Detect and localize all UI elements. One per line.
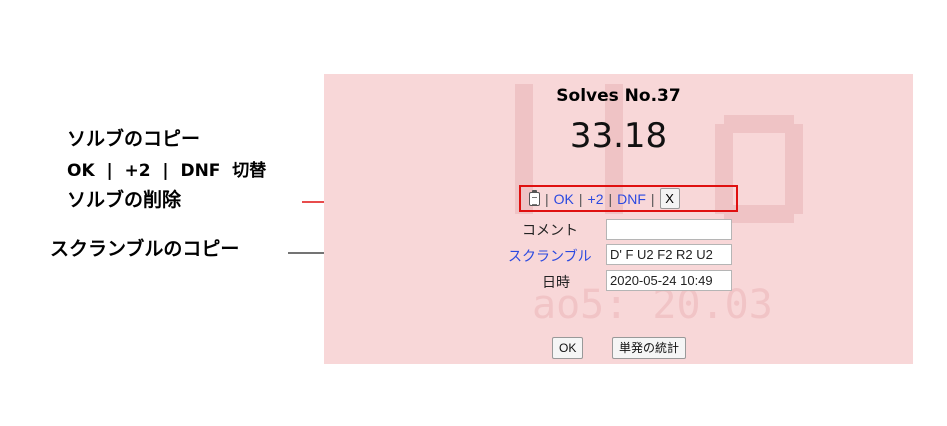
scramble-field[interactable]: D' F U2 F2 R2 U2 — [606, 244, 732, 265]
ok-link[interactable]: OK — [554, 191, 574, 207]
datetime-label: 日時 — [542, 274, 570, 290]
comment-field[interactable] — [606, 219, 732, 240]
solve-detail-panel: ao5: 20.03 Solves No.37 33.18 | OK | +2 … — [324, 74, 913, 364]
separator: | — [650, 190, 655, 207]
single-stats-button[interactable]: 単発の統計 — [612, 337, 687, 359]
plus2-link[interactable]: +2 — [588, 191, 604, 207]
solve-time: 33.18 — [569, 116, 668, 156]
ok-button[interactable]: OK — [552, 337, 584, 359]
comment-label: コメント — [522, 222, 578, 238]
clipboard-icon[interactable] — [529, 189, 540, 206]
datetime-field[interactable]: 2020-05-24 10:49 — [606, 270, 732, 291]
separator: | — [545, 190, 549, 207]
solves-title: Solves No.37 — [556, 86, 681, 106]
separator: | — [578, 190, 583, 207]
delete-solve-button[interactable]: X — [659, 188, 680, 209]
dnf-link[interactable]: DNF — [617, 191, 646, 207]
scramble-copy-link[interactable]: スクランブル — [508, 246, 592, 266]
solve-actions-box: | OK | +2 | DNF | X — [519, 185, 738, 212]
separator: | — [608, 190, 613, 207]
